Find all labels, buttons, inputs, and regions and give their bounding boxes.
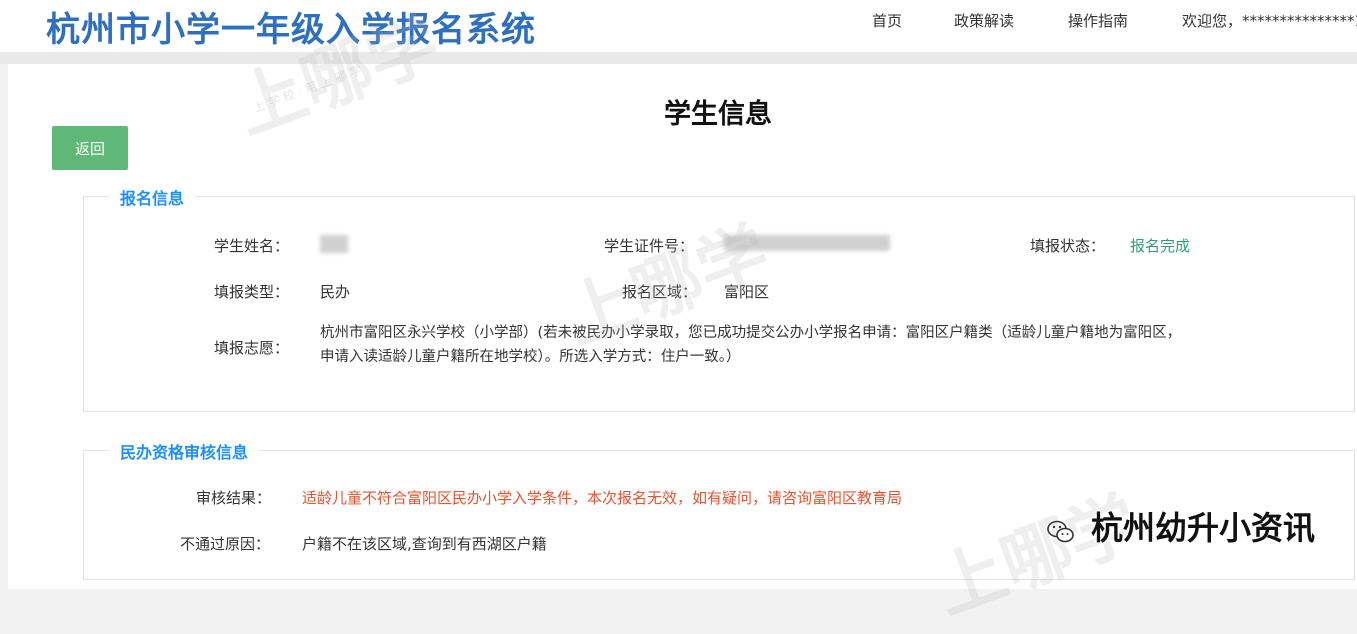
- wish-line-2: 申请入读适龄儿童户籍所在地学校）。所选入学方式：住户一致。）: [320, 349, 741, 365]
- area-value: 富阳区: [724, 283, 770, 301]
- registration-legend: 报名信息: [108, 185, 197, 209]
- nav-guide[interactable]: 操作指南: [1068, 10, 1128, 31]
- wish-label: 填报志愿：: [214, 339, 290, 357]
- wechat-icon: [1047, 520, 1074, 543]
- wish-line-1: 杭州市富阳区永兴学校（小学部）(若未被民办小学录取，您已成功提交公办小学报名申请…: [320, 325, 1182, 341]
- student-id-redacted: [724, 235, 890, 251]
- status-label: 填报状态：: [1030, 237, 1106, 255]
- header-divider: [0, 52, 1357, 64]
- student-id-label: 学生证件号：: [604, 237, 695, 255]
- reason-value: 户籍不在该区域,查询到有西湖区户籍: [302, 535, 547, 553]
- top-header: 杭州市小学一年级入学报名系统 首页 政策解读 操作指南 欢迎您，********…: [0, 0, 1357, 53]
- reason-label: 不通过原因：: [180, 535, 271, 553]
- result-label: 审核结果：: [196, 489, 272, 507]
- type-value: 民办: [320, 283, 351, 301]
- nav-home[interactable]: 首页: [872, 10, 902, 31]
- review-legend: 民办资格审核信息: [108, 439, 261, 463]
- nav-policy[interactable]: 政策解读: [954, 10, 1014, 31]
- type-label: 填报类型：: [214, 283, 290, 301]
- result-value: 适龄儿童不符合富阳区民办小学入学条件，本次报名无效，如有疑问，请咨询富阳区教育局: [302, 489, 903, 507]
- back-button[interactable]: 返回: [52, 126, 128, 170]
- student-name-redacted: [320, 235, 348, 253]
- brand-watermark-text: 杭州幼升小资讯: [1090, 509, 1315, 547]
- registration-info-section: 报名信息 学生姓名： 学生证件号： 填报状态： 报名完成 填报类型： 民办 报名…: [83, 185, 1355, 412]
- status-value: 报名完成: [1130, 237, 1191, 255]
- area-label: 报名区域：: [622, 283, 698, 301]
- welcome-user: 欢迎您，***************14: [1182, 12, 1357, 30]
- student-name-label: 学生姓名：: [214, 237, 290, 255]
- site-title: 杭州市小学一年级入学报名系统: [46, 10, 536, 50]
- page-title: 学生信息: [664, 99, 772, 130]
